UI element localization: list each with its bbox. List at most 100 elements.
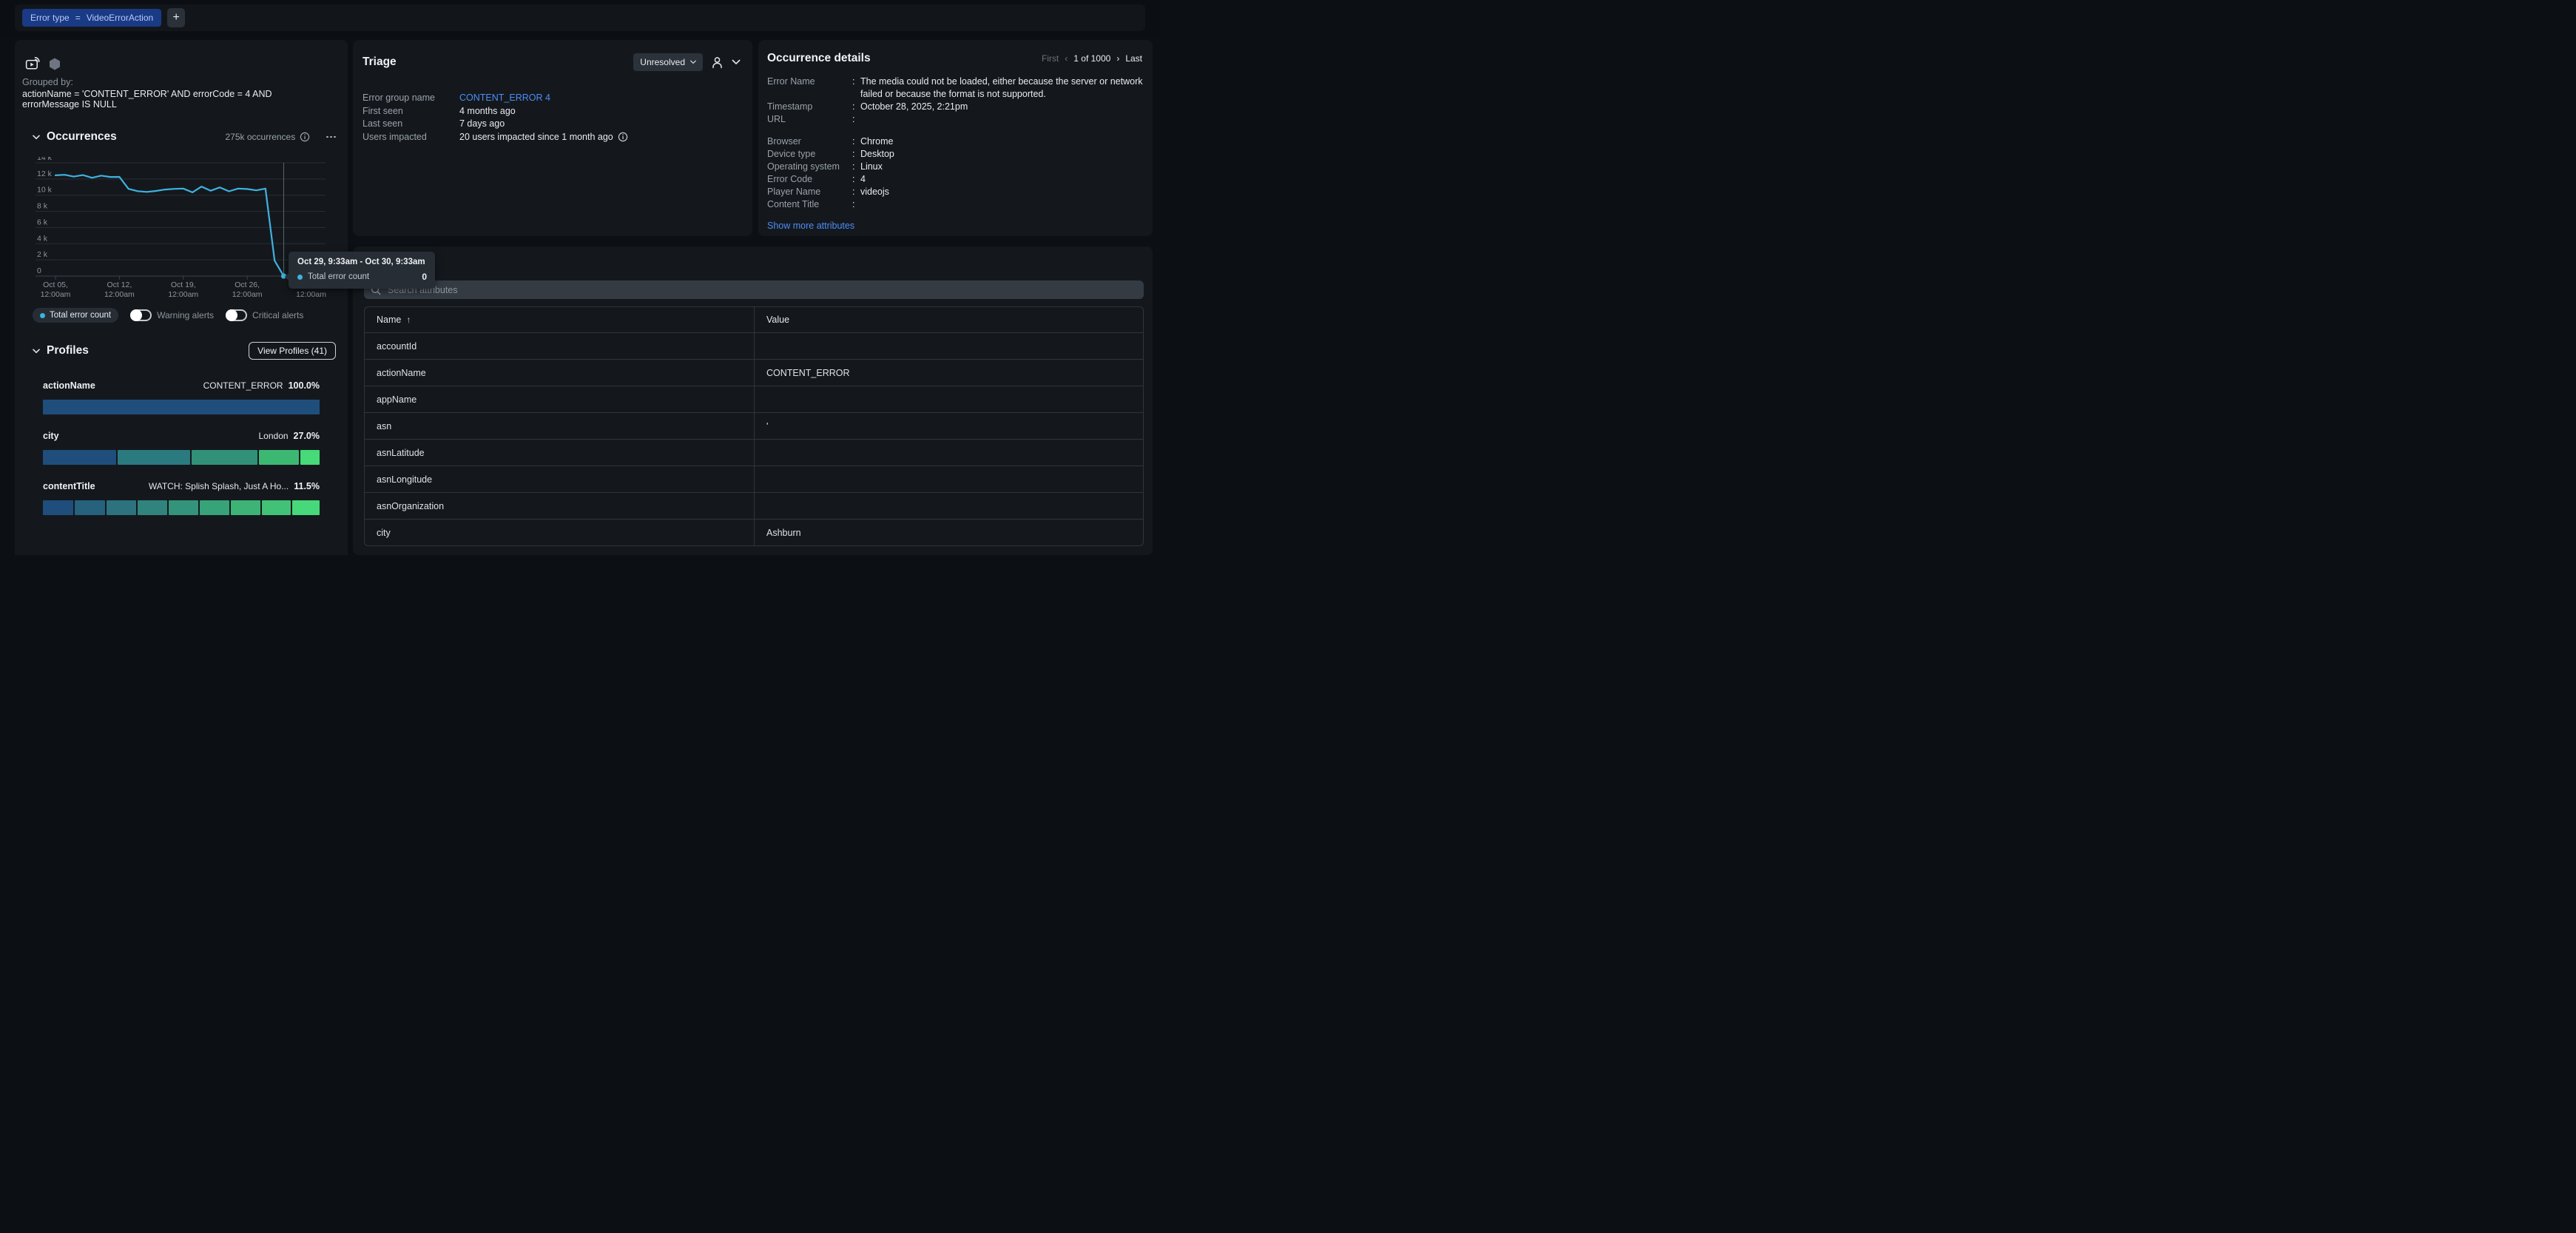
triage-row-label: Users impacted bbox=[363, 131, 459, 144]
view-profiles-button[interactable]: View Profiles (41) bbox=[249, 342, 336, 360]
attribute-table-row[interactable]: actionNameCONTENT_ERROR bbox=[365, 359, 1143, 386]
triage-row: Error group nameCONTENT_ERROR 4 bbox=[363, 92, 741, 104]
profile-bar-segment[interactable] bbox=[259, 450, 299, 465]
column-header-value[interactable]: Value bbox=[766, 315, 789, 325]
svg-text:Oct 19,: Oct 19, bbox=[171, 280, 196, 289]
attribute-name-cell: asnLatitude bbox=[365, 440, 754, 466]
occurrence-details-title: Occurrence details bbox=[767, 52, 871, 65]
detail-row-value: The media could not be loaded, either be… bbox=[860, 75, 1144, 101]
chevron-down-icon[interactable] bbox=[732, 59, 741, 65]
profile-bar-segment[interactable] bbox=[169, 500, 198, 515]
detail-row-value: Linux bbox=[860, 161, 1144, 173]
profile-bar-segment[interactable] bbox=[300, 450, 320, 465]
add-filter-button[interactable]: + bbox=[167, 8, 185, 27]
profile-row: cityLondon27.0% bbox=[43, 431, 320, 465]
attribute-name: appName bbox=[377, 394, 417, 405]
profile-distribution-bar[interactable] bbox=[43, 400, 320, 414]
svg-text:6 k: 6 k bbox=[37, 218, 48, 226]
search-attributes-input[interactable] bbox=[386, 284, 1137, 296]
triage-row-label: Last seen bbox=[363, 118, 459, 130]
detail-row-value: Chrome bbox=[860, 135, 1144, 148]
triage-row-label: Error group name bbox=[363, 92, 459, 104]
profile-bar-segment[interactable] bbox=[138, 500, 167, 515]
info-icon[interactable] bbox=[300, 132, 310, 142]
chevron-down-icon[interactable] bbox=[33, 135, 40, 140]
triage-row: First seen4 months ago bbox=[363, 105, 741, 118]
attribute-name-cell: city bbox=[365, 520, 754, 545]
profile-distribution-bar[interactable] bbox=[43, 500, 320, 515]
detail-row: Error Code:4 bbox=[767, 173, 1144, 186]
detail-row: Content Title: bbox=[767, 198, 1144, 211]
profile-bar-segment[interactable] bbox=[43, 400, 320, 414]
detail-row-value: videojs bbox=[860, 186, 1144, 198]
profile-top-value: WATCH: Splish Splash, Just A Ho... bbox=[149, 481, 289, 491]
pagination-prev-icon[interactable]: ‹ bbox=[1065, 53, 1068, 64]
attribute-name: asn bbox=[377, 421, 391, 431]
tooltip-series-name: Total error count bbox=[308, 272, 369, 281]
triage-row-value: 4 months ago bbox=[459, 105, 516, 118]
profile-bar-segment[interactable] bbox=[262, 500, 291, 515]
attributes-table-header: Name ↑ Value bbox=[365, 307, 1143, 332]
detail-row: Timestamp:October 28, 2025, 2:21pm bbox=[767, 101, 1144, 113]
triage-title: Triage bbox=[363, 56, 397, 69]
pagination-last[interactable]: Last bbox=[1125, 53, 1142, 64]
profile-bar-segment[interactable] bbox=[118, 450, 189, 465]
attribute-table-row[interactable]: appName bbox=[365, 386, 1143, 412]
profile-row: actionNameCONTENT_ERROR100.0% bbox=[43, 380, 320, 414]
attribute-name-cell: actionName bbox=[365, 360, 754, 386]
profile-bar-segment[interactable] bbox=[43, 450, 116, 465]
detail-row-label: Player Name bbox=[767, 186, 852, 198]
error-group-link[interactable]: CONTENT_ERROR 4 bbox=[459, 92, 550, 104]
detail-row-value: 4 bbox=[860, 173, 1144, 186]
grouped-by-label: Grouped by: bbox=[22, 77, 326, 88]
attribute-value: Ashburn bbox=[766, 528, 801, 538]
profile-bar-segment[interactable] bbox=[43, 500, 73, 515]
attribute-table-row[interactable]: asn ' bbox=[365, 412, 1143, 439]
status-dropdown[interactable]: Unresolved bbox=[633, 53, 703, 71]
attribute-name: actionName bbox=[377, 368, 426, 378]
attribute-table-row[interactable]: asnLatitude bbox=[365, 439, 1143, 466]
legend-series-dot-icon bbox=[40, 313, 45, 318]
occurrences-menu-icon[interactable] bbox=[326, 136, 336, 138]
attribute-table-row[interactable]: accountId bbox=[365, 332, 1143, 359]
profiles-list: actionNameCONTENT_ERROR100.0% cityLondon2… bbox=[43, 380, 320, 531]
triage-rows: Error group nameCONTENT_ERROR 4First see… bbox=[363, 92, 741, 144]
attributes-table: Name ↑ Value accountIdactionNameCONTENT_… bbox=[364, 306, 1144, 546]
warning-alerts-toggle[interactable]: Warning alerts bbox=[130, 309, 214, 321]
detail-row-colon: : bbox=[852, 198, 860, 211]
profile-distribution-bar[interactable] bbox=[43, 450, 320, 465]
top-filter-bar: Error type = VideoErrorAction + bbox=[0, 0, 1160, 36]
profile-bar-segment[interactable] bbox=[107, 500, 136, 515]
profile-bar-segment[interactable] bbox=[200, 500, 229, 515]
column-header-name[interactable]: Name bbox=[377, 315, 401, 325]
profile-attribute-name: contentTitle bbox=[43, 481, 95, 491]
filter-chip-field: Error type bbox=[30, 13, 70, 23]
assignee-person-icon[interactable] bbox=[711, 56, 724, 69]
profile-bar-segment[interactable] bbox=[231, 500, 260, 515]
pagination-first[interactable]: First bbox=[1042, 53, 1059, 64]
chevron-down-icon bbox=[690, 60, 696, 64]
profile-bar-segment[interactable] bbox=[292, 500, 320, 515]
attribute-value: ' bbox=[766, 421, 768, 431]
profile-bar-segment[interactable] bbox=[192, 450, 257, 465]
detail-row-colon: : bbox=[852, 101, 860, 113]
attribute-table-row[interactable]: city Ashburn bbox=[365, 519, 1143, 545]
detail-row-value: October 28, 2025, 2:21pm bbox=[860, 101, 1144, 113]
filter-chip-error-type[interactable]: Error type = VideoErrorAction bbox=[22, 9, 161, 27]
info-icon[interactable] bbox=[618, 132, 628, 142]
search-attributes-bar[interactable] bbox=[364, 280, 1144, 299]
sort-ascending-icon[interactable]: ↑ bbox=[406, 315, 411, 325]
critical-alerts-toggle[interactable]: Critical alerts bbox=[226, 309, 303, 321]
show-more-attributes-link[interactable]: Show more attributes bbox=[767, 220, 854, 232]
attribute-table-row[interactable]: asnOrganization bbox=[365, 492, 1143, 519]
attribute-table-row[interactable]: asnLongitude bbox=[365, 466, 1143, 492]
legend-total-error-count[interactable]: Total error count bbox=[33, 308, 118, 323]
profile-attribute-name: actionName bbox=[43, 380, 95, 391]
pagination-next-icon[interactable]: › bbox=[1116, 53, 1119, 64]
svg-text:12:00am: 12:00am bbox=[232, 290, 263, 299]
tooltip-series-value: 0 bbox=[422, 272, 427, 282]
detail-row-colon: : bbox=[852, 173, 860, 186]
profile-bar-segment[interactable] bbox=[75, 500, 104, 515]
triage-row-value: 20 users impacted since 1 month ago bbox=[459, 131, 628, 144]
chevron-down-icon[interactable] bbox=[33, 349, 40, 354]
